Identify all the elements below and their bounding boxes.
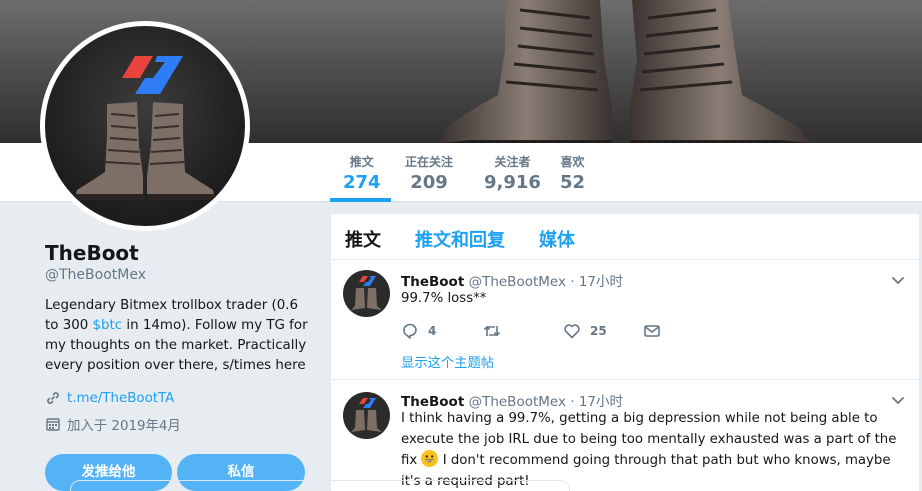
- tweet-header: TheBoot @TheBootMex · 17小时: [401, 390, 623, 410]
- stat-tweets[interactable]: 推文 274: [343, 155, 381, 195]
- tweet-text: I think having a 99.7%, getting a big de…: [401, 408, 906, 491]
- reply-count: 4: [428, 324, 437, 338]
- stat-following-value: 209: [410, 172, 448, 193]
- boots-logo-image: [351, 276, 382, 310]
- tweet-header: TheBoot @TheBootMex · 17小时: [401, 270, 623, 290]
- tweet-actions: 4 25: [401, 322, 701, 342]
- profile-bio: Legendary Bitmex trollbox trader (0.6 to…: [45, 296, 315, 376]
- profile-link[interactable]: t.me/TheBootTA: [67, 391, 174, 406]
- tab-tweets-replies[interactable]: 推文和回复: [415, 226, 505, 252]
- reply-icon: [403, 323, 417, 339]
- like-count: 25: [590, 324, 607, 338]
- dm-share-action[interactable]: [643, 322, 661, 340]
- chevron-down-icon[interactable]: [891, 274, 905, 288]
- retweet-icon: [483, 325, 501, 337]
- tweet-item[interactable]: TheBoot @TheBootMex · 17小时 I think havin…: [331, 380, 919, 491]
- tweet-text: 99.7% loss**: [401, 291, 487, 306]
- profile-link-row: t.me/TheBootTA: [45, 390, 315, 406]
- active-stat-underline: [330, 198, 391, 202]
- heart-icon: [564, 324, 580, 339]
- stat-tweets-value: 274: [343, 172, 381, 193]
- profile-joined: 加入于 2019年4月: [67, 419, 181, 434]
- envelope-icon: [644, 325, 660, 337]
- stat-likes-label: 喜欢: [560, 155, 585, 169]
- chevron-down-icon[interactable]: [891, 394, 905, 408]
- tweet-item[interactable]: TheBoot @TheBootMex · 17小时 99.7% loss** …: [331, 260, 919, 380]
- stat-followers-value: 9,916: [484, 172, 541, 193]
- retweet-action[interactable]: [483, 322, 510, 340]
- stat-likes[interactable]: 喜欢 52: [560, 155, 585, 195]
- stat-followers[interactable]: 关注者 9,916: [484, 155, 541, 195]
- timeline-tabs: 推文 推文和回复 媒体: [331, 214, 919, 260]
- stat-likes-value: 52: [560, 172, 586, 193]
- show-thread-link[interactable]: 显示这个主题帖: [401, 352, 494, 371]
- profile-avatar[interactable]: [40, 21, 250, 231]
- tab-tweets[interactable]: 推文: [345, 226, 381, 252]
- grinning-face-emoji-icon: [421, 450, 439, 467]
- timeline: 推文 推文和回复 媒体 TheBoot @TheBootMex · 17小时 9…: [331, 214, 919, 491]
- calendar-icon: [46, 418, 60, 431]
- profile-card: TheBoot @TheBootMex Legendary Bitmex tro…: [45, 240, 315, 434]
- tweet-avatar[interactable]: [343, 392, 390, 439]
- stat-followers-label: 关注者: [494, 155, 531, 169]
- boots-logo-image: [351, 398, 382, 432]
- profile-name[interactable]: TheBoot: [45, 240, 315, 266]
- boots-logo-image: [75, 56, 215, 200]
- tab-media[interactable]: 媒体: [539, 226, 575, 252]
- bio-cashtag-link[interactable]: $btc: [93, 318, 123, 333]
- stat-tweets-label: 推文: [349, 155, 374, 169]
- stat-following[interactable]: 正在关注 209: [405, 155, 453, 195]
- like-action[interactable]: 25: [563, 322, 607, 340]
- profile-handle[interactable]: @TheBootMex: [45, 267, 315, 283]
- quoted-tweet-card[interactable]: [70, 480, 570, 491]
- reply-action[interactable]: 4: [401, 322, 436, 340]
- profile-joined-row: 加入于 2019年4月: [45, 414, 315, 434]
- stat-following-label: 正在关注: [405, 155, 454, 169]
- tweet-avatar[interactable]: [343, 270, 390, 317]
- link-icon: [47, 392, 59, 404]
